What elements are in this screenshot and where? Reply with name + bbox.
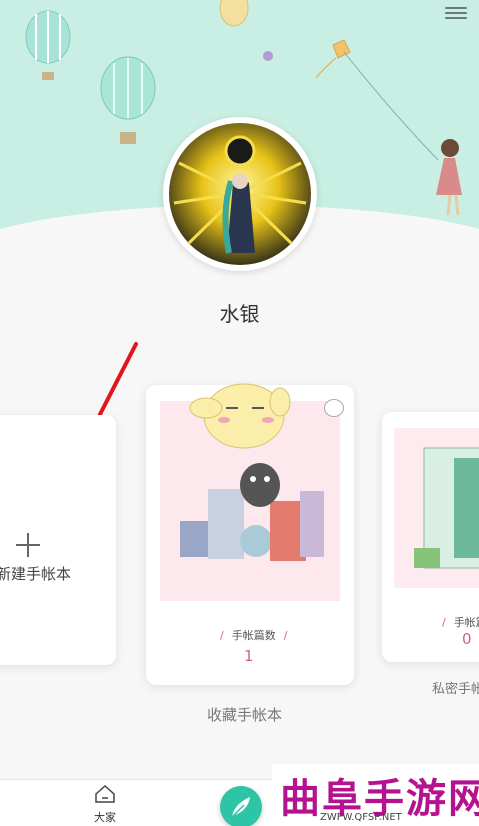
private-stat-label: /手帐篇数	[442, 616, 479, 629]
avatar-image	[169, 123, 311, 265]
write-button[interactable]	[220, 786, 262, 826]
username: 水银	[219, 302, 260, 326]
favorites-stat-value: 1	[244, 647, 254, 665]
plus-icon	[16, 533, 40, 557]
favorites-stat-label: / 手帐篇数 /	[220, 629, 288, 642]
chick-mascot-illustration	[189, 383, 291, 449]
watermark: 曲阜手游网 ZWFW.QFSP.NET	[272, 764, 479, 826]
nav-home-label: 大家	[94, 811, 116, 824]
avatar[interactable]	[163, 117, 317, 271]
nav-home[interactable]: 大家	[86, 784, 124, 824]
favorites-notebook-title: 收藏手帐本	[207, 706, 283, 724]
private-stat-value: 0	[462, 630, 472, 648]
private-notebook-title: 私密手帐本	[432, 682, 479, 697]
shirt-icon[interactable]	[324, 399, 344, 417]
feather-quill-icon	[230, 797, 250, 819]
watermark-url: ZWFW.QFSP.NET	[320, 812, 402, 823]
private-notebook-card[interactable]: /手帐篇数 0	[382, 412, 479, 662]
private-cover	[394, 428, 479, 588]
new-notebook-label: 新建手帐本	[0, 565, 72, 583]
new-notebook-card[interactable]: 新建手帐本	[0, 415, 116, 665]
home-icon	[95, 784, 115, 803]
profile-page: 水银 新建手帐本 / 手帐篇数/ 1 收藏手帐本 / 手帐 0 私密手帐 大家 …	[0, 0, 479, 826]
menu-icon[interactable]	[445, 4, 467, 24]
